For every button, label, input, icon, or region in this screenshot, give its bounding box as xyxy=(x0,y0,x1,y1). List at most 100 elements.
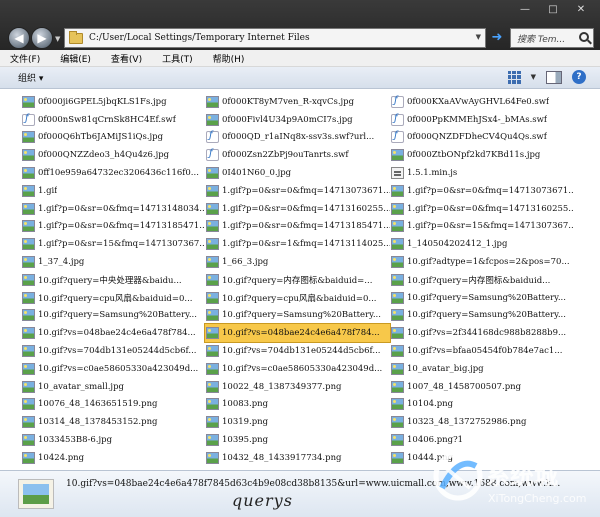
file-item[interactable]: 10.gif?query=中央处理器&baidu... xyxy=(21,271,205,289)
file-item[interactable]: 10424.png xyxy=(21,449,205,467)
image-file-icon xyxy=(22,327,35,340)
file-item[interactable]: 10.gif?query=Samsung%20Battery... xyxy=(21,307,205,325)
image-file-icon xyxy=(206,434,219,447)
file-item[interactable]: 0f000QNZDFDheCV4Qu4Qs.swf xyxy=(390,129,574,147)
menu-view[interactable]: 查看(V) xyxy=(111,52,142,65)
file-item[interactable]: 1.gif?p=0&sr=0&fmq=14713148034... xyxy=(21,200,205,218)
file-item[interactable]: 0f000KXaAVwAyGHVL64Fe0.swf xyxy=(390,93,574,111)
file-item[interactable]: 10.gif?vs=048bae24c4e6a478f784... xyxy=(21,324,205,342)
file-item[interactable]: 10406.png?1 xyxy=(390,431,574,449)
image-file-icon xyxy=(22,167,35,180)
minimize-button[interactable]: — xyxy=(512,2,538,16)
file-item[interactable]: 10.gif?vs=c0ae58605330a423049d... xyxy=(21,360,205,378)
menu-edit[interactable]: 编辑(E) xyxy=(60,52,91,65)
file-item[interactable]: 1007_48_1458700507.png xyxy=(390,378,574,396)
file-item[interactable]: 10432_48_1433917734.png xyxy=(205,449,390,467)
file-item[interactable]: 10.gif?vs=bfaa05454f0b784e7ac1... xyxy=(390,342,574,360)
file-item[interactable]: 1.gif?p=0&sr=15&fmq=1471307367... xyxy=(390,218,574,236)
file-item[interactable]: 1_140504202412_1.jpg xyxy=(390,235,574,253)
menu-help[interactable]: 帮助(H) xyxy=(213,52,245,65)
file-item[interactable]: 10.gif?vs=c0ae58605330a423049d... xyxy=(205,360,390,378)
file-item[interactable]: 1.gif?p=0&sr=0&fmq=14713073671... xyxy=(205,182,390,200)
address-dropdown[interactable]: ▼ xyxy=(476,33,481,41)
image-file-icon xyxy=(22,149,35,162)
file-name: 10.gif?query=Samsung%20Battery... xyxy=(407,292,566,303)
maximize-button[interactable]: □ xyxy=(540,2,566,16)
file-item[interactable]: 1.gif?p=0&sr=0&fmq=14713185471... xyxy=(205,218,390,236)
file-item[interactable]: 10.gif?vs=704db131e05244d5cb6f... xyxy=(21,342,205,360)
close-button[interactable]: ✕ xyxy=(568,2,594,16)
file-item[interactable]: 1.gif?p=0&sr=0&fmq=14713160255... xyxy=(205,200,390,218)
file-item[interactable]: 0f000Fivl4U34p9A0mCI7s.jpg xyxy=(205,111,390,129)
search-input[interactable]: 搜索 Tem... xyxy=(510,28,594,48)
file-item[interactable]: 0I401N60_0.jpg xyxy=(205,164,390,182)
forward-button[interactable]: ▶ xyxy=(31,27,53,49)
file-item[interactable]: 1_66_3.jpg xyxy=(205,253,390,271)
help-icon[interactable]: ? xyxy=(572,70,586,84)
file-item[interactable]: 0f000nSw81qCrnSk8HC4Ef.swf xyxy=(21,111,205,129)
file-item[interactable]: 1_37_4.jpg xyxy=(21,253,205,271)
file-item[interactable]: 10_avatar_big.jpg xyxy=(390,360,574,378)
file-item[interactable]: 1.gif?p=0&sr=1&fmq=14713114025... xyxy=(205,235,390,253)
file-item[interactable]: 10_avatar_small.jpg xyxy=(21,378,205,396)
file-item[interactable]: 10.gif?adtype=1&fcpos=2&pos=70... xyxy=(390,253,574,271)
file-item[interactable]: 10.gif?query=内存图标&baiduid=... xyxy=(205,271,390,289)
file-item[interactable]: 10022_48_1387349377.png xyxy=(205,378,390,396)
file-item[interactable]: 10076_48_1463651519.png xyxy=(21,396,205,414)
file-item[interactable]: 0f000ZtbONpf2kd7KBd11s.jpg xyxy=(390,146,574,164)
file-item[interactable]: 10.gif?query=Samsung%20Battery... xyxy=(390,289,574,307)
menu-file[interactable]: 文件(F) xyxy=(10,52,40,65)
toolbar-right: ▼ ? xyxy=(507,70,586,84)
file-name: 10406.png?1 xyxy=(407,435,464,446)
file-name: 10.gif?vs=c0ae58605330a423049d... xyxy=(38,363,199,374)
file-item[interactable]: 0f000QD_r1aINq8x-ssv3s.swf?url... xyxy=(205,129,390,147)
address-bar[interactable]: C:/User/Local Settings/Temporary Interne… xyxy=(64,28,486,48)
file-item[interactable]: 0ff10e959a64732ec3206436c116f0... xyxy=(21,164,205,182)
file-item[interactable]: 1.gif?p=0&sr=0&fmq=14713185471... xyxy=(21,218,205,236)
file-item[interactable]: 10.gif?query=cpu风扇&baiduid=0... xyxy=(205,289,390,307)
watermark-logo: 系统城 XiTongCheng.com xyxy=(433,451,587,505)
file-item[interactable]: 10.gif?query=内存图标&baiduid... xyxy=(390,271,574,289)
file-name: 10319.png xyxy=(222,417,269,428)
recent-pages-dropdown[interactable]: ▼ xyxy=(55,35,60,43)
back-button[interactable]: ◀ xyxy=(8,27,30,49)
file-item[interactable]: 0f000PpKMMEhJSx4-_bMAs.swf xyxy=(390,111,574,129)
go-button[interactable]: ➜ xyxy=(489,30,505,46)
file-item[interactable]: 10.gif?vs=048bae24c4e6a478f784... xyxy=(204,323,391,344)
file-item[interactable]: 10323_48_1372752986.png xyxy=(390,413,574,431)
file-item[interactable]: 0f000KT8yM7ven_R-xqvCs.jpg xyxy=(205,93,390,111)
file-name: 1.gif?p=0&sr=0&fmq=14713185471... xyxy=(38,221,205,232)
file-item[interactable]: 0f000QNZZdeo3_h4Qu4z6.jpg xyxy=(21,146,205,164)
file-item[interactable]: 10.gif?query=Samsung%20Battery... xyxy=(205,307,390,325)
file-item[interactable]: 10319.png xyxy=(205,413,390,431)
organize-button[interactable]: 组织 ▾ xyxy=(18,71,43,84)
file-item[interactable]: 1033453B8-6.jpg xyxy=(21,431,205,449)
file-item[interactable]: 10395.png xyxy=(205,431,390,449)
file-item[interactable]: 10104.png xyxy=(390,396,574,414)
file-item[interactable]: 0f000Q6hTb6JAMiJS1iQs.jpg xyxy=(21,129,205,147)
file-name: 1007_48_1458700507.png xyxy=(407,381,522,392)
file-item[interactable]: 1.gif?p=0&sr=0&fmq=14713073671... xyxy=(390,182,574,200)
file-item[interactable]: 1.gif xyxy=(21,182,205,200)
file-item[interactable]: 10083.png xyxy=(205,396,390,414)
flash-file-icon xyxy=(22,113,35,126)
file-item[interactable]: 1.gif?p=0&sr=0&fmq=14713160255... xyxy=(390,200,574,218)
image-file-icon xyxy=(206,398,219,411)
file-item[interactable]: 1.5.1.min.js xyxy=(390,164,574,182)
file-item[interactable]: 1.gif?p=0&sr=15&fmq=1471307367... xyxy=(21,235,205,253)
file-item[interactable]: 10314_48_1378453152.png xyxy=(21,413,205,431)
file-item[interactable]: 10.gif?vs=2f344168dc988b8288b9... xyxy=(390,324,574,342)
file-item[interactable]: 0f000Zsn2ZbPj9ouTanrts.swf xyxy=(205,146,390,164)
image-file-icon xyxy=(206,167,219,180)
file-item[interactable]: 10.gif?query=cpu风扇&baiduid=0... xyxy=(21,289,205,307)
view-dropdown-icon[interactable]: ▼ xyxy=(531,73,536,81)
file-item[interactable]: 0f000ji6GPEL5jbqKLS1Fs.jpg xyxy=(21,93,205,111)
preview-pane-icon[interactable] xyxy=(546,70,562,84)
view-options-icon[interactable] xyxy=(507,70,521,84)
menu-tools[interactable]: 工具(T) xyxy=(162,52,193,65)
file-item[interactable]: 10.gif?vs=704db131e05244d5cb6f... xyxy=(205,342,390,360)
flash-file-icon xyxy=(206,130,219,144)
file-item[interactable]: 10.gif?query=Samsung%20Battery... xyxy=(390,307,574,325)
search-icon[interactable] xyxy=(579,32,589,42)
flash-file-icon xyxy=(391,113,404,126)
